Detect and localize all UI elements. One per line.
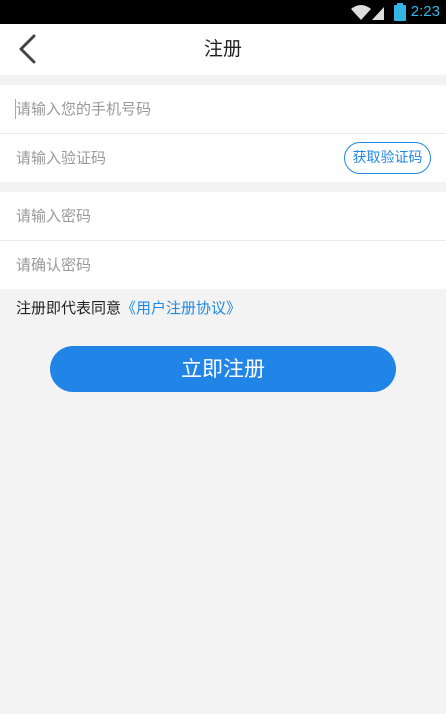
verification-code-input[interactable] <box>16 134 316 182</box>
register-button[interactable]: 立即注册 <box>50 346 396 392</box>
code-row: 获取验证码 <box>0 134 446 182</box>
phone-code-group: 获取验证码 <box>0 85 446 182</box>
status-icons <box>350 3 396 21</box>
password-row <box>0 192 446 241</box>
password-input[interactable] <box>16 192 316 240</box>
page-title: 注册 <box>203 38 242 60</box>
wifi-signal-icon <box>351 5 384 20</box>
confirm-password-row <box>0 241 446 289</box>
phone-input[interactable] <box>16 85 316 133</box>
phone-row <box>0 85 446 134</box>
agreement-link[interactable]: 《用户注册协议》 <box>121 299 241 317</box>
confirm-password-input[interactable] <box>16 241 316 289</box>
status-time: 2:23 <box>410 3 440 20</box>
get-code-button[interactable]: 获取验证码 <box>344 142 431 174</box>
agreement-text: 注册即代表同意《用户注册协议》 <box>16 297 241 318</box>
header-bar: 注册 <box>0 24 446 75</box>
agreement-prefix: 注册即代表同意 <box>16 299 122 317</box>
password-group <box>0 192 446 289</box>
battery-icon <box>394 3 406 21</box>
status-bar: 2:23 <box>0 0 446 24</box>
